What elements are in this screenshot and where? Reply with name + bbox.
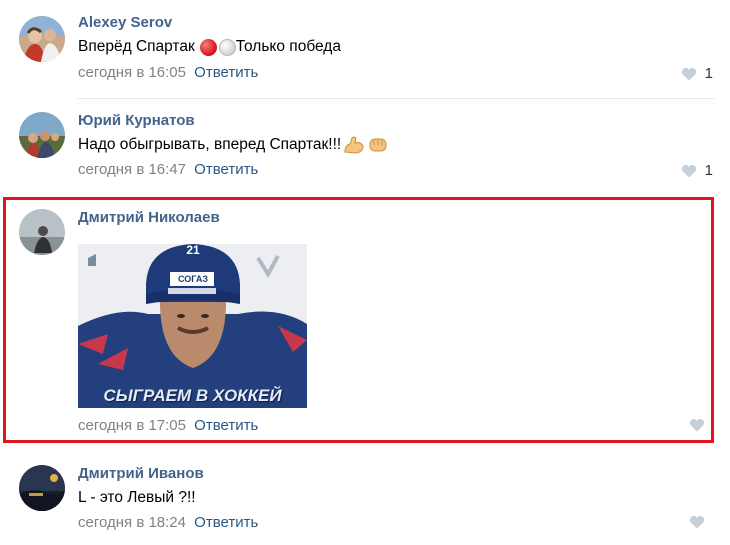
comment-text-part: L - это Левый ?!! <box>78 489 196 506</box>
avatar[interactable] <box>19 112 65 158</box>
avatar[interactable] <box>19 465 65 511</box>
heart-icon <box>681 164 696 177</box>
reply-link[interactable]: Ответить <box>194 514 258 531</box>
comment-item: Юрий Курнатов Надо обыгрывать, вперед Сп… <box>0 99 730 197</box>
comment-item: Дмитрий Иванов L - это Левый ?!! сегодня… <box>0 453 730 545</box>
like-button[interactable]: 1 <box>681 65 713 82</box>
flexed-biceps-icon <box>344 136 364 154</box>
like-button[interactable] <box>689 515 713 529</box>
heart-icon <box>681 67 696 80</box>
white-circle-icon <box>218 38 236 56</box>
comment-meta: сегодня в 16:05 Ответить <box>78 64 258 81</box>
comment-time[interactable]: сегодня в 16:47 <box>78 161 186 178</box>
like-count: 1 <box>704 162 713 179</box>
highlight-frame <box>3 197 714 443</box>
like-count: 1 <box>704 65 713 82</box>
comment-meta: сегодня в 18:24 Ответить <box>78 514 258 531</box>
comment-meta: сегодня в 16:47 Ответить <box>78 161 258 178</box>
comment-text: L - это Левый ?!! <box>78 489 196 507</box>
reply-link[interactable]: Ответить <box>194 64 258 81</box>
like-button[interactable]: 1 <box>681 162 713 179</box>
heart-icon <box>689 515 705 529</box>
comment-item: Alexey Serov Вперёд Спартак Только побед… <box>0 0 730 98</box>
comment-time[interactable]: сегодня в 18:24 <box>78 514 186 531</box>
comment-text-part: Вперёд Спартак <box>78 38 195 55</box>
fist-icon <box>369 138 387 152</box>
comment-time[interactable]: сегодня в 16:05 <box>78 64 186 81</box>
comment-author[interactable]: Дмитрий Иванов <box>78 465 204 482</box>
red-circle-icon <box>199 38 217 56</box>
comment-author[interactable]: Юрий Курнатов <box>78 112 195 129</box>
reply-link[interactable]: Ответить <box>194 161 258 178</box>
avatar[interactable] <box>19 16 65 62</box>
comment-text: Вперёд Спартак Только победа <box>78 38 341 56</box>
comment-text-part: Только победа <box>235 38 341 55</box>
comment-text: Надо обыгрывать, вперед Спартак!!! <box>78 135 389 155</box>
comment-text-part: Надо обыгрывать, вперед Спартак!!! <box>78 136 342 153</box>
comment-author[interactable]: Alexey Serov <box>78 14 172 31</box>
